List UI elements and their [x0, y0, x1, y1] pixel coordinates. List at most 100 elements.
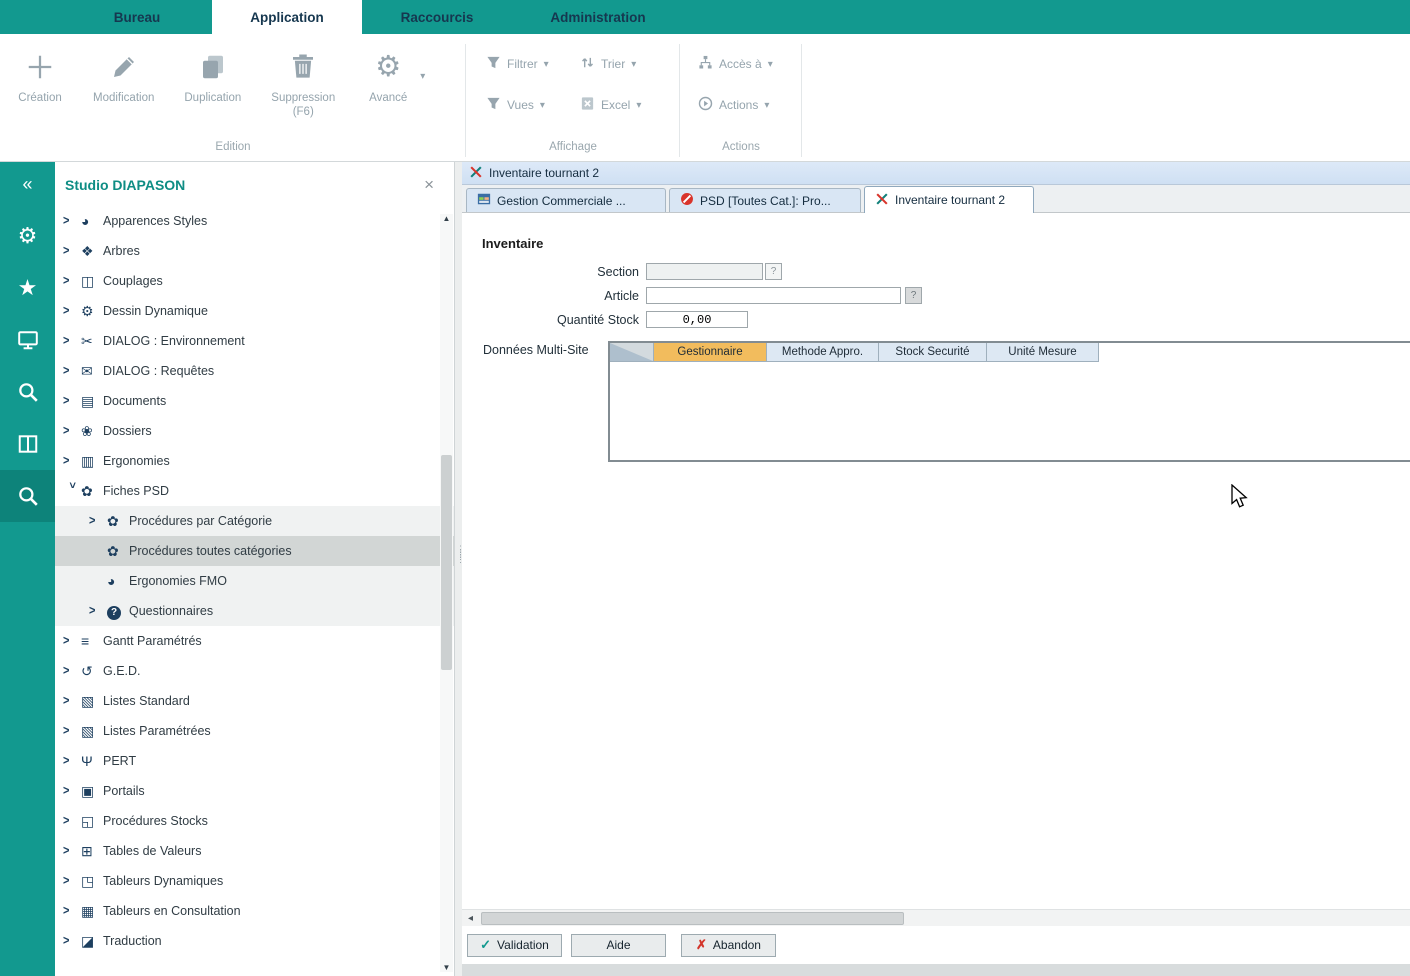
button-label: Modification [93, 92, 154, 104]
tree-item-documents[interactable]: >▤Documents [55, 386, 454, 416]
chevron-right-icon[interactable]: > [63, 244, 81, 258]
columns-icon[interactable] [0, 418, 55, 470]
tree-item-questionnaires[interactable]: >?Questionnaires [55, 596, 454, 626]
grid-corner-cell[interactable] [610, 343, 654, 362]
chevron-right-icon[interactable]: > [63, 694, 81, 708]
tree-item-tableurs-dynamiques[interactable]: >◳Tableurs Dynamiques [55, 866, 454, 896]
excel-button[interactable]: Excel ▾ [580, 96, 674, 114]
tree-scrollbar[interactable]: ▲ ▼ [440, 214, 453, 972]
scroll-down-icon[interactable]: ▼ [440, 963, 453, 972]
chevron-right-icon[interactable]: > [63, 784, 81, 798]
scroll-left-icon[interactable]: ◂ [462, 913, 479, 924]
search-icon[interactable] [0, 366, 55, 418]
tree-item-label: Tableurs en Consultation [103, 904, 241, 918]
tree-item-dialog-environnement[interactable]: >✂DIALOG : Environnement [55, 326, 454, 356]
chevron-right-icon[interactable]: > [89, 604, 107, 618]
chevron-right-icon[interactable]: > [63, 874, 81, 888]
chevron-down-icon[interactable]: > [66, 482, 78, 500]
section-lookup-button[interactable]: ? [765, 263, 782, 280]
tree-item-listes-standard[interactable]: >▧Listes Standard [55, 686, 454, 716]
tab-gestion-commerciale[interactable]: Gestion Commerciale ... [466, 188, 666, 212]
tree-item-g-e-d[interactable]: >↺G.E.D. [55, 656, 454, 686]
validation-button[interactable]: ✓ Validation [467, 934, 562, 957]
menu-tab-bureau[interactable]: Bureau [62, 0, 212, 34]
chevron-right-icon[interactable]: > [89, 514, 107, 528]
scroll-up-icon[interactable]: ▲ [440, 214, 453, 223]
grid-column-stock-securite[interactable]: Stock Securité [879, 343, 987, 362]
acces-a-button[interactable]: Accès à ▾ [698, 55, 796, 73]
scrollbar-thumb[interactable] [481, 912, 904, 925]
trier-button[interactable]: Trier ▾ [580, 55, 674, 73]
tree-item-ergonomies-fmo[interactable]: ◕Ergonomies FMO [55, 566, 454, 596]
chevron-right-icon[interactable]: > [63, 424, 81, 438]
star-icon[interactable]: ★ [0, 262, 55, 314]
vues-button[interactable]: Vues ▾ [486, 96, 580, 114]
book-icon: ▥ [81, 454, 103, 468]
panel-splitter[interactable]: ⋮⋮⋮ [455, 162, 462, 976]
menu-tab-administration[interactable]: Administration [512, 0, 684, 34]
tree-item-tableurs-en-consultation[interactable]: >▦Tableurs en Consultation [55, 896, 454, 926]
tree-item-procedures-par-categorie[interactable]: >✿Procédures par Catégorie [55, 506, 454, 536]
chevron-right-icon[interactable]: > [63, 934, 81, 948]
tree-item-procedures-toutes-categories[interactable]: ✿Procédures toutes catégories [55, 536, 454, 566]
inventory-icon [469, 165, 483, 182]
filtrer-button[interactable]: Filtrer ▾ [486, 55, 580, 73]
tree-item-listes-parametrees[interactable]: >▧Listes Paramétrées [55, 716, 454, 746]
horizontal-scrollbar[interactable]: ◂ [462, 909, 1410, 926]
tree-item-pert[interactable]: >ΨPERT [55, 746, 454, 776]
quantite-stock-input[interactable] [646, 311, 748, 328]
chevron-right-icon[interactable]: > [63, 364, 81, 378]
psd-slash-icon [680, 192, 694, 209]
chevron-right-icon[interactable]: > [63, 664, 81, 678]
aide-button[interactable]: Aide [571, 934, 666, 957]
chevron-right-icon[interactable]: > [63, 844, 81, 858]
scrollbar-thumb[interactable] [441, 455, 452, 670]
monitor-icon[interactable] [0, 314, 55, 366]
grid-header: GestionnaireMethode Appro.Stock Securité… [610, 343, 1410, 362]
chevron-right-icon[interactable]: > [63, 904, 81, 918]
chevron-right-icon[interactable]: > [63, 334, 81, 348]
grid-column-unite-mesure[interactable]: Unité Mesure [987, 343, 1099, 362]
gear-icon[interactable]: ⚙ [0, 210, 55, 262]
grid-column-methode-appro[interactable]: Methode Appro. [767, 343, 879, 362]
abandon-button[interactable]: ✗ Abandon [681, 934, 776, 957]
multi-site-grid[interactable]: GestionnaireMethode Appro.Stock Securité… [608, 341, 1410, 462]
close-icon[interactable]: × [424, 175, 442, 195]
search-dark-icon[interactable] [0, 470, 55, 522]
tree-item-tables-de-valeurs[interactable]: >⊞Tables de Valeurs [55, 836, 454, 866]
tree-item-apparences-styles[interactable]: >◕Apparences Styles [55, 206, 454, 236]
tree-item-arbres[interactable]: >❖Arbres [55, 236, 454, 266]
tab-inventaire-tournant-2[interactable]: Inventaire tournant 2 [864, 186, 1034, 213]
tree-item-dialog-requetes[interactable]: >✉DIALOG : Requêtes [55, 356, 454, 386]
tree-item-procedures-stocks[interactable]: >◱Procédures Stocks [55, 806, 454, 836]
grid-column-gestionnaire[interactable]: Gestionnaire [654, 343, 767, 362]
section-input[interactable] [646, 263, 763, 280]
chevron-right-icon[interactable]: > [63, 754, 81, 768]
chevron-right-icon[interactable]: > [63, 724, 81, 738]
tree-item-dessin-dynamique[interactable]: >⚙Dessin Dynamique [55, 296, 454, 326]
tree-item-ergonomies[interactable]: >▥Ergonomies [55, 446, 454, 476]
article-input[interactable] [646, 287, 901, 304]
tree-item-traduction[interactable]: >◪Traduction [55, 926, 454, 956]
chevron-right-icon[interactable]: > [63, 304, 81, 318]
chevron-right-icon[interactable]: > [63, 454, 81, 468]
article-help-button[interactable]: ? [905, 287, 922, 304]
menu-tab-application[interactable]: Application [212, 0, 362, 34]
chevron-right-icon[interactable]: > [63, 274, 81, 288]
collapse-sidebar-button[interactable]: « [22, 174, 32, 198]
tab-psd-toutes-cat[interactable]: PSD [Toutes Cat.]: Pro... [669, 188, 861, 212]
button-label: Actions [719, 98, 758, 112]
actions-button[interactable]: Actions ▾ [698, 96, 796, 114]
tree-item-couplages[interactable]: >◫Couplages [55, 266, 454, 296]
chevron-right-icon[interactable]: > [63, 214, 81, 228]
menu-tab-raccourcis[interactable]: Raccourcis [362, 0, 512, 34]
chevron-right-icon[interactable]: > [63, 394, 81, 408]
tree-item-portails[interactable]: >▣Portails [55, 776, 454, 806]
tree-item-gantt-parametres[interactable]: >≡Gantt Paramétrés [55, 626, 454, 656]
chevron-right-icon[interactable]: > [63, 634, 81, 648]
mouse-cursor [1230, 484, 1252, 514]
tree-item-dossiers[interactable]: >❀Dossiers [55, 416, 454, 446]
chevron-right-icon[interactable]: > [63, 814, 81, 828]
workspace: « ⚙★ Studio DIAPASON × >◕Apparences Styl… [0, 162, 1410, 976]
tree-item-fiches-psd[interactable]: >✿Fiches PSD [55, 476, 454, 506]
